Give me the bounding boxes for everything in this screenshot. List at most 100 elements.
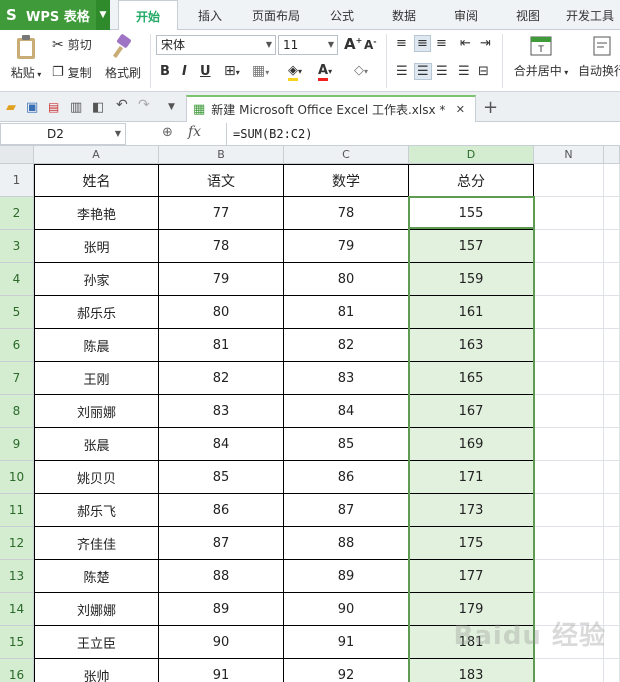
table-cell[interactable]: 姚贝贝 — [34, 461, 159, 494]
empty-cell[interactable] — [534, 197, 604, 230]
empty-cell[interactable] — [604, 593, 620, 626]
print-preview-icon[interactable]: ◧ — [92, 100, 106, 115]
table-cell[interactable]: 78 — [159, 230, 284, 263]
align-middle-icon[interactable]: ≡ — [414, 35, 431, 52]
format-painter-button[interactable]: 格式刷 — [102, 34, 144, 81]
empty-cell[interactable] — [604, 329, 620, 362]
align-left-icon[interactable]: ☰ — [396, 64, 408, 79]
row-header[interactable]: 10 — [0, 461, 34, 494]
table-cell[interactable]: 陈晨 — [34, 329, 159, 362]
table-cell[interactable]: 169 — [409, 428, 534, 461]
empty-cell[interactable] — [604, 197, 620, 230]
header-cell[interactable]: 语文 — [159, 164, 284, 197]
empty-cell[interactable] — [604, 527, 620, 560]
distributed-icon[interactable]: ⊟ — [478, 64, 489, 79]
empty-cell[interactable] — [534, 296, 604, 329]
header-cell[interactable]: 总分 — [409, 164, 534, 197]
table-cell[interactable]: 85 — [159, 461, 284, 494]
empty-cell[interactable] — [534, 395, 604, 428]
tab-review[interactable]: 审阅 — [442, 0, 490, 30]
empty-cell[interactable] — [534, 362, 604, 395]
chevron-down-icon[interactable]: ▼ — [96, 0, 110, 30]
empty-cell[interactable] — [534, 428, 604, 461]
table-cell[interactable]: 161 — [409, 296, 534, 329]
table-cell[interactable]: 79 — [159, 263, 284, 296]
table-cell[interactable]: 张帅 — [34, 659, 159, 682]
column-header-b[interactable]: B — [159, 146, 284, 164]
document-tab[interactable]: ▦ 新建 Microsoft Office Excel 工作表.xlsx * ✕ — [186, 95, 476, 122]
table-cell[interactable]: 79 — [284, 230, 409, 263]
column-header-n[interactable]: N — [534, 146, 604, 164]
clear-format-icon[interactable]: ◇▾ — [354, 63, 368, 78]
table-cell[interactable]: 82 — [284, 329, 409, 362]
decrease-indent-icon[interactable]: ⇤ — [460, 36, 471, 51]
align-right-icon[interactable]: ☰ — [436, 64, 448, 79]
table-cell[interactable]: 77 — [159, 197, 284, 230]
row-header[interactable]: 15 — [0, 626, 34, 659]
name-box[interactable]: D2 ▼ — [0, 123, 126, 145]
empty-cell[interactable] — [534, 494, 604, 527]
column-header-c[interactable]: C — [284, 146, 409, 164]
table-cell[interactable]: 王刚 — [34, 362, 159, 395]
table-cell[interactable]: 78 — [284, 197, 409, 230]
header-cell[interactable]: 数学 — [284, 164, 409, 197]
table-cell[interactable]: 167 — [409, 395, 534, 428]
column-header-a[interactable]: A — [34, 146, 159, 164]
table-cell[interactable]: 88 — [284, 527, 409, 560]
table-cell[interactable]: 张明 — [34, 230, 159, 263]
cell-style-icon[interactable]: ▦▾ — [252, 63, 269, 79]
column-header-next[interactable] — [604, 146, 620, 164]
table-cell[interactable]: 80 — [284, 263, 409, 296]
empty-cell[interactable] — [604, 362, 620, 395]
table-cell[interactable]: 郝乐乐 — [34, 296, 159, 329]
table-cell[interactable]: 刘娜娜 — [34, 593, 159, 626]
table-cell[interactable]: 91 — [284, 626, 409, 659]
table-cell[interactable]: 90 — [159, 626, 284, 659]
table-cell[interactable]: 86 — [284, 461, 409, 494]
table-cell[interactable]: 91 — [159, 659, 284, 682]
empty-cell[interactable] — [604, 263, 620, 296]
row-header[interactable]: 8 — [0, 395, 34, 428]
empty-cell[interactable] — [534, 230, 604, 263]
row-header[interactable]: 1 — [0, 164, 34, 197]
print-icon[interactable]: ▥ — [70, 100, 84, 115]
empty-cell[interactable] — [604, 395, 620, 428]
table-cell[interactable]: 齐佳佳 — [34, 527, 159, 560]
row-header[interactable]: 16 — [0, 659, 34, 682]
table-cell[interactable]: 80 — [159, 296, 284, 329]
table-cell[interactable]: 163 — [409, 329, 534, 362]
cut-button[interactable]: ✂ 剪切 — [52, 36, 92, 53]
table-cell[interactable]: 张晨 — [34, 428, 159, 461]
align-center-icon[interactable]: ☰ — [414, 63, 432, 80]
table-cell[interactable]: 李艳艳 — [34, 197, 159, 230]
empty-cell[interactable] — [604, 296, 620, 329]
column-header-d[interactable]: D — [409, 146, 534, 164]
table-cell[interactable]: 孙家 — [34, 263, 159, 296]
table-cell[interactable]: 90 — [284, 593, 409, 626]
table-cell[interactable]: 92 — [284, 659, 409, 682]
table-cell[interactable]: 175 — [409, 527, 534, 560]
table-cell[interactable]: 155 — [409, 197, 534, 230]
empty-cell[interactable] — [534, 164, 604, 197]
empty-cell[interactable] — [604, 461, 620, 494]
open-folder-icon[interactable]: ▰ — [6, 100, 20, 115]
tab-developer[interactable]: 开发工具 — [560, 0, 620, 30]
table-cell[interactable]: 81 — [284, 296, 409, 329]
table-cell[interactable]: 177 — [409, 560, 534, 593]
table-cell[interactable]: 88 — [159, 560, 284, 593]
table-cell[interactable]: 刘丽娜 — [34, 395, 159, 428]
save-icon[interactable]: ▣ — [26, 100, 40, 115]
table-cell[interactable]: 83 — [159, 395, 284, 428]
export-pdf-icon[interactable]: ▤ — [48, 100, 62, 114]
row-header[interactable]: 11 — [0, 494, 34, 527]
table-cell[interactable]: 王立臣 — [34, 626, 159, 659]
empty-cell[interactable] — [534, 560, 604, 593]
justify-icon[interactable]: ☰ — [458, 64, 470, 79]
empty-cell[interactable] — [604, 230, 620, 263]
table-cell[interactable]: 87 — [284, 494, 409, 527]
empty-cell[interactable] — [604, 560, 620, 593]
merge-center-button[interactable]: T 合并居中 ▾ — [508, 34, 574, 79]
table-cell[interactable]: 81 — [159, 329, 284, 362]
increase-indent-icon[interactable]: ⇥ — [480, 36, 491, 51]
font-color-icon[interactable]: A▾ — [318, 63, 332, 81]
